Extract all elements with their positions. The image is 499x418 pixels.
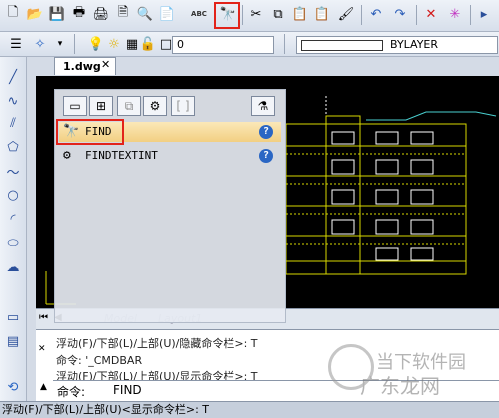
- hatch-icon[interactable]: ▤: [3, 331, 23, 351]
- rectangle-icon[interactable]: ▭: [3, 307, 23, 327]
- linetype-select[interactable]: BYLAYER: [296, 36, 498, 54]
- watermark: 当下软件园 广东龙网: [328, 344, 478, 398]
- lock-icon: 🔓: [139, 36, 157, 52]
- line-icon[interactable]: ╱: [3, 67, 23, 87]
- panel-group-icon[interactable]: ⧉: [117, 96, 141, 116]
- save-icon[interactable]: 💾: [47, 4, 67, 24]
- panel-settings-icon[interactable]: ⚙: [143, 96, 167, 116]
- find-highlight-box: [214, 2, 240, 29]
- document-tab-label: 1.dwg: [63, 60, 101, 73]
- help-icon[interactable]: ?: [259, 149, 273, 163]
- layer-value: 0: [177, 38, 184, 51]
- layer-manager-icon[interactable]: ☰: [6, 34, 26, 54]
- command-line-arrow-icon: ▲: [40, 382, 47, 392]
- undo-icon[interactable]: ↶: [366, 4, 386, 24]
- paste-special-icon[interactable]: 📋: [312, 4, 332, 24]
- layer-state-icon[interactable]: ✧: [30, 34, 50, 54]
- print-icon[interactable]: 🖶: [69, 4, 89, 24]
- spell-check-label: ABC: [191, 10, 207, 18]
- layer-dropdown-arrow-icon[interactable]: ▾: [50, 34, 70, 54]
- status-bar: 浮动(F)/下部(L)/上部(U)<显示命令栏>: T: [0, 401, 499, 418]
- layer-select[interactable]: 0: [172, 36, 274, 54]
- panel-grid-icon[interactable]: ⊞: [89, 96, 113, 116]
- explode-icon[interactable]: ✳: [445, 4, 465, 24]
- update-icon[interactable]: ⟲: [3, 377, 23, 397]
- erase-icon[interactable]: ✕: [421, 4, 441, 24]
- bulb-icon: 💡: [87, 36, 105, 52]
- more-tools-icon[interactable]: ▸: [474, 4, 494, 24]
- revcloud-icon[interactable]: ☁: [3, 257, 23, 277]
- history-line: 浮动(F)/下部(L)/上部(U)/隐藏命令栏>: T: [56, 337, 258, 350]
- find-command-highlight-box: [56, 119, 124, 145]
- sun-icon: ☼: [108, 36, 120, 52]
- polyline-icon[interactable]: ∿: [3, 91, 23, 111]
- linetype-value: BYLAYER: [390, 38, 439, 51]
- command-prompt: 命令:: [57, 385, 86, 399]
- ellipse-icon[interactable]: ⬭: [3, 233, 23, 253]
- command-item-findtextint[interactable]: ⚙ FINDTEXTINT ?: [59, 146, 281, 166]
- cut-icon[interactable]: ✂: [246, 4, 266, 24]
- close-tab-icon[interactable]: ✕: [101, 58, 110, 71]
- standard-toolbar: 🗋 📂 💾 🖶 🖨 🗎 🔍 📄 ABC 🔭 ✂ ⧉ 📋 📋 🖌 ↶ ↷ ✕ ✳ …: [0, 0, 499, 32]
- status-text: 浮动(F)/下部(L)/上部(U)<显示命令栏>: T: [2, 403, 210, 416]
- pdf-icon[interactable]: 📄: [157, 4, 177, 24]
- redo-icon[interactable]: ↷: [390, 4, 410, 24]
- panel-flask-icon[interactable]: ⚗: [251, 96, 275, 116]
- command-label: FINDTEXTINT: [85, 149, 158, 162]
- tab-scroll-first-icon[interactable]: ⏮: [39, 312, 48, 323]
- draw-toolbar: ╱ ∿ ⫽ ⬠ 〜 ○ ◜ ⬭ ☁ ▭ ▤ ⟲: [0, 57, 27, 417]
- multiline-icon[interactable]: ⫽: [3, 113, 23, 133]
- circle-icon[interactable]: ○: [3, 185, 23, 205]
- publish-icon[interactable]: 🗎: [113, 4, 133, 24]
- linetype-swatch: [301, 40, 383, 51]
- copy-icon[interactable]: ⧉: [268, 4, 288, 24]
- history-line: 命令: '_CMDBAR: [56, 354, 143, 367]
- gear-icon: ⚙: [63, 148, 71, 163]
- arc-icon[interactable]: ◜: [3, 209, 23, 229]
- new-file-icon[interactable]: 🗋: [3, 4, 23, 24]
- cmd-close-icon[interactable]: ✕: [38, 344, 46, 354]
- paste-icon[interactable]: 📋: [290, 4, 310, 24]
- match-properties-icon[interactable]: 🖌: [336, 4, 356, 24]
- print-preview-icon[interactable]: 🔍: [135, 4, 155, 24]
- watermark-name: 广东龙网: [360, 374, 440, 398]
- spell-check-button[interactable]: ABC: [189, 4, 209, 24]
- plot-icon[interactable]: 🖨: [91, 4, 111, 24]
- help-icon[interactable]: ?: [259, 125, 273, 139]
- command-input-value: FIND: [113, 383, 142, 397]
- open-file-icon[interactable]: 📂: [25, 4, 45, 24]
- panel-bracket-icon[interactable]: [ ]: [171, 96, 195, 116]
- polygon-icon[interactable]: ⬠: [3, 137, 23, 157]
- panel-window-icon[interactable]: ▭: [63, 96, 87, 116]
- spline-icon[interactable]: 〜: [3, 161, 23, 181]
- layer-toolbar: ☰ ✧ ▾ 💡 ☼ ▦ 🔓 □ 0 BYLAYER: [0, 32, 499, 57]
